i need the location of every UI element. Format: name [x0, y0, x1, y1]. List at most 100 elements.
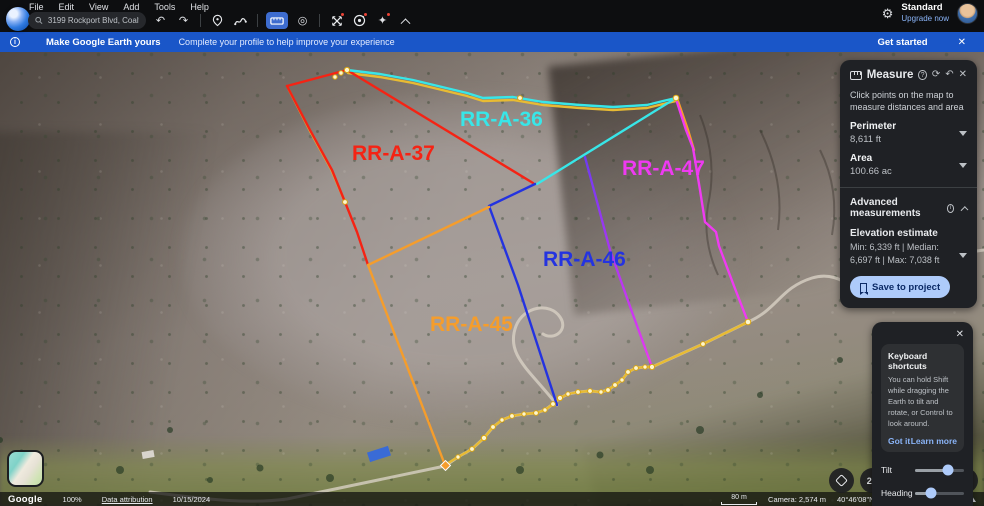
perimeter-value: 8,611 ft — [850, 134, 959, 145]
tilt-slider-thumb[interactable] — [943, 465, 954, 476]
google-watermark: Google — [8, 494, 43, 505]
measure-path-gold — [289, 73, 748, 465]
parcel-label-rr-a-45: RR-A-45 — [430, 313, 513, 336]
notification-dot — [386, 12, 391, 17]
parcel-label-rr-a-47: RR-A-47 — [622, 157, 705, 180]
measure-instructions: Click points on the map to measure dista… — [850, 89, 967, 113]
tilt-row: Tilt — [881, 465, 964, 475]
learn-more-link[interactable]: Learn more — [911, 436, 957, 446]
collapse-toolbar-button[interactable] — [397, 12, 414, 29]
elevation-label: Elevation estimate — [850, 228, 967, 239]
measure-panel-title: Measure — [867, 69, 914, 81]
search-icon — [35, 16, 43, 25]
info-icon: i — [10, 37, 20, 47]
toolbar-divider — [257, 14, 258, 27]
shortcuts-card: Keyboard shortcuts You can hold Shift wh… — [881, 344, 964, 452]
avatar[interactable] — [957, 3, 978, 24]
got-it-button[interactable]: Got it — [888, 436, 910, 446]
redo-icon: ↷ — [179, 14, 188, 27]
settings-gear-icon[interactable]: ⚙ — [882, 6, 894, 22]
shortcuts-body: You can hold Shift while dragging the Ea… — [888, 375, 957, 429]
heading-slider[interactable] — [915, 492, 964, 495]
undo-icon: ↶ — [156, 14, 165, 27]
plan-upgrade[interactable]: Standard Upgrade now — [901, 3, 949, 23]
heading-row: Heading — [881, 488, 964, 498]
toolbar: ↶ ↷ ◎ ✦ — [28, 12, 414, 29]
chevron-up-icon — [401, 18, 411, 28]
notification-dot — [363, 12, 368, 17]
upgrade-link[interactable]: Upgrade now — [901, 14, 949, 23]
area-units-dropdown[interactable] — [959, 163, 967, 168]
perimeter-units-dropdown[interactable] — [959, 131, 967, 136]
advanced-measurements-label: Advanced measurements — [850, 197, 943, 219]
banner-close-icon[interactable]: ✕ — [958, 37, 966, 48]
undo-button[interactable]: ↶ — [152, 12, 169, 29]
parcel-label-rr-a-36: RR-A-36 — [460, 108, 543, 131]
bookmark-icon — [860, 283, 867, 292]
ai-features-button[interactable]: ✦ — [374, 12, 391, 29]
ruler-icon — [850, 71, 862, 80]
orbit-button[interactable] — [351, 12, 368, 29]
parcel-line-rr-a-47 — [676, 99, 748, 322]
measure-panel: Measure ? ⟳ ↶ ✕ Click points on the map … — [840, 60, 977, 308]
area-label: Area — [850, 153, 959, 164]
diamond-icon — [835, 474, 848, 487]
slideshow-button[interactable]: ◎ — [294, 12, 311, 29]
draw-path-button[interactable] — [232, 12, 249, 29]
advanced-info-icon[interactable]: i — [947, 204, 954, 213]
google-earth-app: File Edit View Add Tools Help ↶ ↷ — [0, 0, 984, 506]
look-around-button[interactable] — [829, 468, 854, 493]
search-box[interactable] — [28, 12, 146, 29]
heading-label: Heading — [881, 488, 909, 498]
toolbar-divider — [200, 14, 201, 27]
parcel-line-rr-a-37 — [287, 70, 533, 265]
minimap-thumbnail[interactable] — [7, 450, 44, 487]
elevation-value: Min: 6,339 ft | Median: 6,697 ft | Max: … — [850, 241, 959, 266]
save-to-project-button[interactable]: Save to project — [850, 276, 950, 298]
parcel-label-rr-a-46: RR-A-46 — [543, 248, 626, 271]
get-started-button[interactable]: Get started — [877, 37, 927, 48]
measure-close-icon[interactable]: ✕ — [959, 70, 967, 80]
panel-divider — [840, 187, 977, 188]
top-bar: File Edit View Add Tools Help ↶ ↷ — [0, 0, 984, 32]
map-scale: 80 m — [721, 494, 757, 505]
data-attribution-link[interactable]: Data attribution — [102, 495, 153, 504]
redo-button[interactable]: ↷ — [175, 12, 192, 29]
buildings — [142, 446, 391, 462]
banner-title: Make Google Earth yours — [46, 37, 161, 48]
perimeter-label: Perimeter — [850, 121, 959, 132]
heading-slider-thumb[interactable] — [925, 488, 936, 499]
help-icon[interactable]: ? — [918, 70, 926, 80]
profile-banner: i Make Google Earth yours Complete your … — [0, 32, 984, 52]
parcel-label-rr-a-37: RR-A-37 — [352, 142, 435, 165]
shortcuts-title: Keyboard shortcuts — [888, 351, 957, 371]
undo-measure-icon[interactable]: ↶ — [945, 70, 953, 80]
globe-disc-icon: ◎ — [298, 14, 308, 27]
move-3d-button[interactable] — [328, 12, 345, 29]
map-canvas[interactable]: RR-A-36 RR-A-37 RR-A-45 RR-A-46 RR-A-47 … — [0, 52, 984, 506]
camera-altitude: Camera: 2,574 m — [768, 495, 826, 504]
restart-icon[interactable]: ⟳ — [932, 70, 940, 80]
trees — [0, 357, 843, 483]
toolbar-divider — [319, 14, 320, 27]
keyboard-shortcuts-panel: ✕ Keyboard shortcuts You can hold Shift … — [872, 322, 973, 506]
measure-tool-button[interactable] — [266, 12, 288, 29]
elevation-units-dropdown[interactable] — [959, 253, 967, 258]
plan-name: Standard — [901, 3, 949, 14]
account-area: ⚙ Standard Upgrade now — [882, 3, 978, 24]
banner-message: Complete your profile to help improve yo… — [179, 37, 395, 47]
tilt-label: Tilt — [881, 465, 909, 475]
tilt-slider[interactable] — [915, 469, 964, 472]
collapse-advanced-icon[interactable] — [961, 206, 969, 214]
search-input[interactable] — [48, 16, 139, 25]
shortcuts-close-icon[interactable]: ✕ — [881, 329, 964, 340]
placemark-button[interactable] — [209, 12, 226, 29]
path-icon — [234, 15, 247, 26]
measurement-overlay: RR-A-36 RR-A-37 RR-A-45 RR-A-46 RR-A-47 — [0, 52, 984, 506]
parcel-line-rr-a-46 — [489, 184, 557, 405]
notification-dot — [340, 12, 345, 17]
perimeter-row: Perimeter 8,611 ft — [850, 121, 967, 145]
area-value: 100.66 ac — [850, 166, 959, 177]
status-bar: Google 100% Data attribution 10/15/2024 … — [0, 492, 984, 506]
imagery-date: 10/15/2024 — [173, 495, 211, 504]
